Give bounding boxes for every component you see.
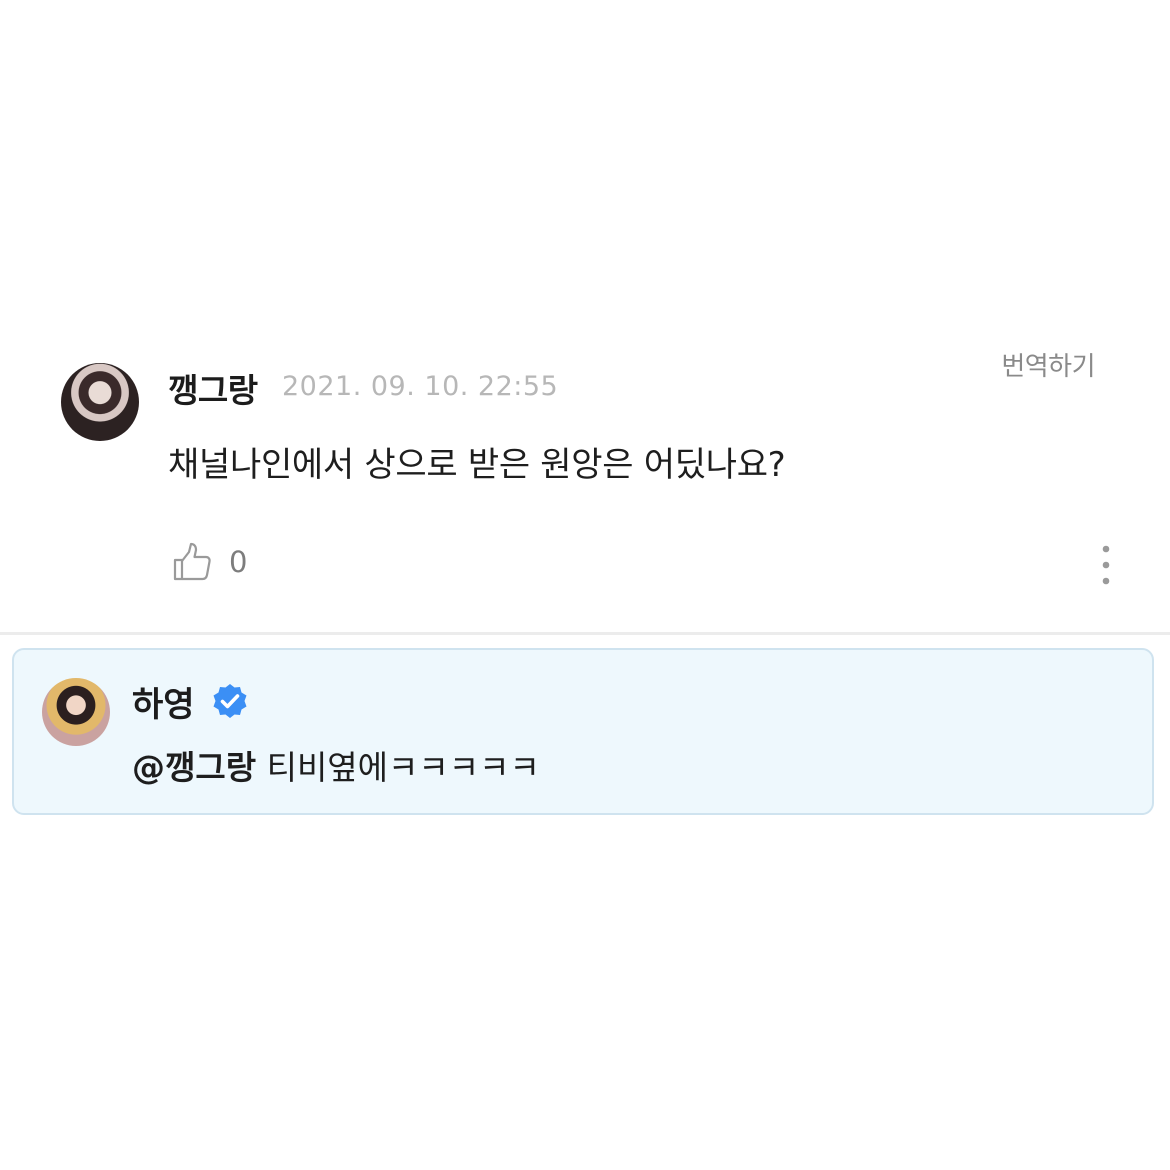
thumbs-up-icon[interactable] (171, 541, 213, 583)
reply-body: 티비옆에ㅋㅋㅋㅋㅋ (256, 748, 540, 787)
avatar[interactable] (61, 363, 139, 441)
reply-username[interactable]: 하영 (132, 677, 195, 726)
comment: 깽그랑 2021. 09. 10. 22:55 번역하기 채널나인에서 상으로 … (0, 340, 1170, 634)
mention-link[interactable]: @깽그랑 (132, 748, 256, 787)
reply-text: @깽그랑 티비옆에ㅋㅋㅋㅋㅋ (132, 741, 540, 789)
comment-username[interactable]: 깽그랑 (168, 364, 258, 412)
translate-button[interactable]: 번역하기 (1001, 346, 1095, 383)
more-vertical-icon[interactable] (1098, 545, 1114, 585)
like-count: 0 (229, 545, 248, 579)
comment-text: 채널나인에서 상으로 받은 원앙은 어딨나요? (168, 445, 786, 485)
reply: 하영 @깽그랑 티비옆에ㅋㅋㅋㅋㅋ (12, 648, 1154, 815)
comment-timestamp: 2021. 09. 10. 22:55 (282, 371, 559, 402)
verified-badge-icon (213, 684, 247, 718)
comment-thread: 깽그랑 2021. 09. 10. 22:55 번역하기 채널나인에서 상으로 … (0, 0, 1170, 1170)
reply-avatar[interactable] (42, 678, 110, 746)
divider (0, 632, 1170, 635)
